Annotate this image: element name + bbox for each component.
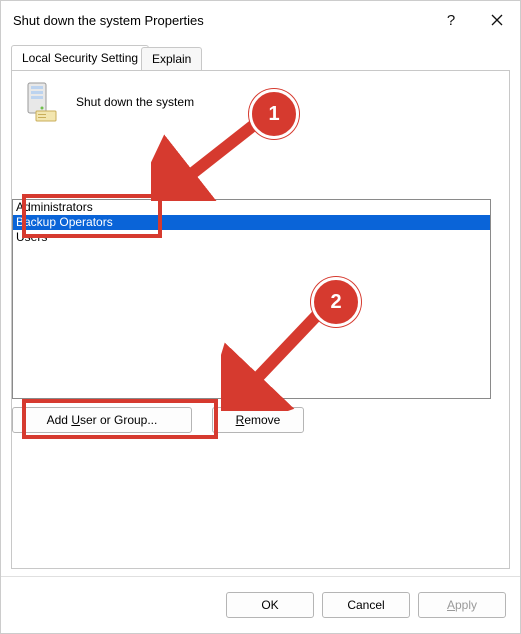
list-button-row: Add User or Group... Remove [12, 407, 304, 433]
apply-button[interactable]: Apply [418, 592, 506, 618]
content-area: Local Security Setting Explain Shut do [11, 45, 510, 569]
list-item[interactable]: Backup Operators [13, 215, 490, 230]
tab-label: Local Security Setting [22, 51, 138, 65]
dialog-button-bar: OK Cancel Apply [1, 576, 520, 633]
help-button[interactable]: ? [428, 1, 474, 39]
tab-panel: Shut down the system Administrators Back… [11, 70, 510, 569]
tabstrip: Local Security Setting Explain [11, 45, 510, 71]
server-icon [24, 81, 58, 123]
principals-listbox[interactable]: Administrators Backup Operators Users [12, 199, 491, 399]
close-icon [491, 14, 503, 26]
list-item[interactable]: Users [13, 230, 490, 245]
policy-title: Shut down the system [76, 95, 194, 109]
tab-explain[interactable]: Explain [141, 47, 202, 71]
close-button[interactable] [474, 1, 520, 39]
dialog-window: Shut down the system Properties ? Local … [0, 0, 521, 634]
ok-button[interactable]: OK [226, 592, 314, 618]
remove-button[interactable]: Remove [212, 407, 304, 433]
policy-header: Shut down the system [24, 81, 194, 123]
titlebar: Shut down the system Properties ? [1, 1, 520, 39]
list-item[interactable]: Administrators [13, 200, 490, 215]
tab-local-security-setting[interactable]: Local Security Setting [11, 45, 149, 71]
window-title: Shut down the system Properties [13, 13, 428, 28]
cancel-button[interactable]: Cancel [322, 592, 410, 618]
tab-label: Explain [152, 52, 191, 66]
add-user-or-group-button[interactable]: Add User or Group... [12, 407, 192, 433]
